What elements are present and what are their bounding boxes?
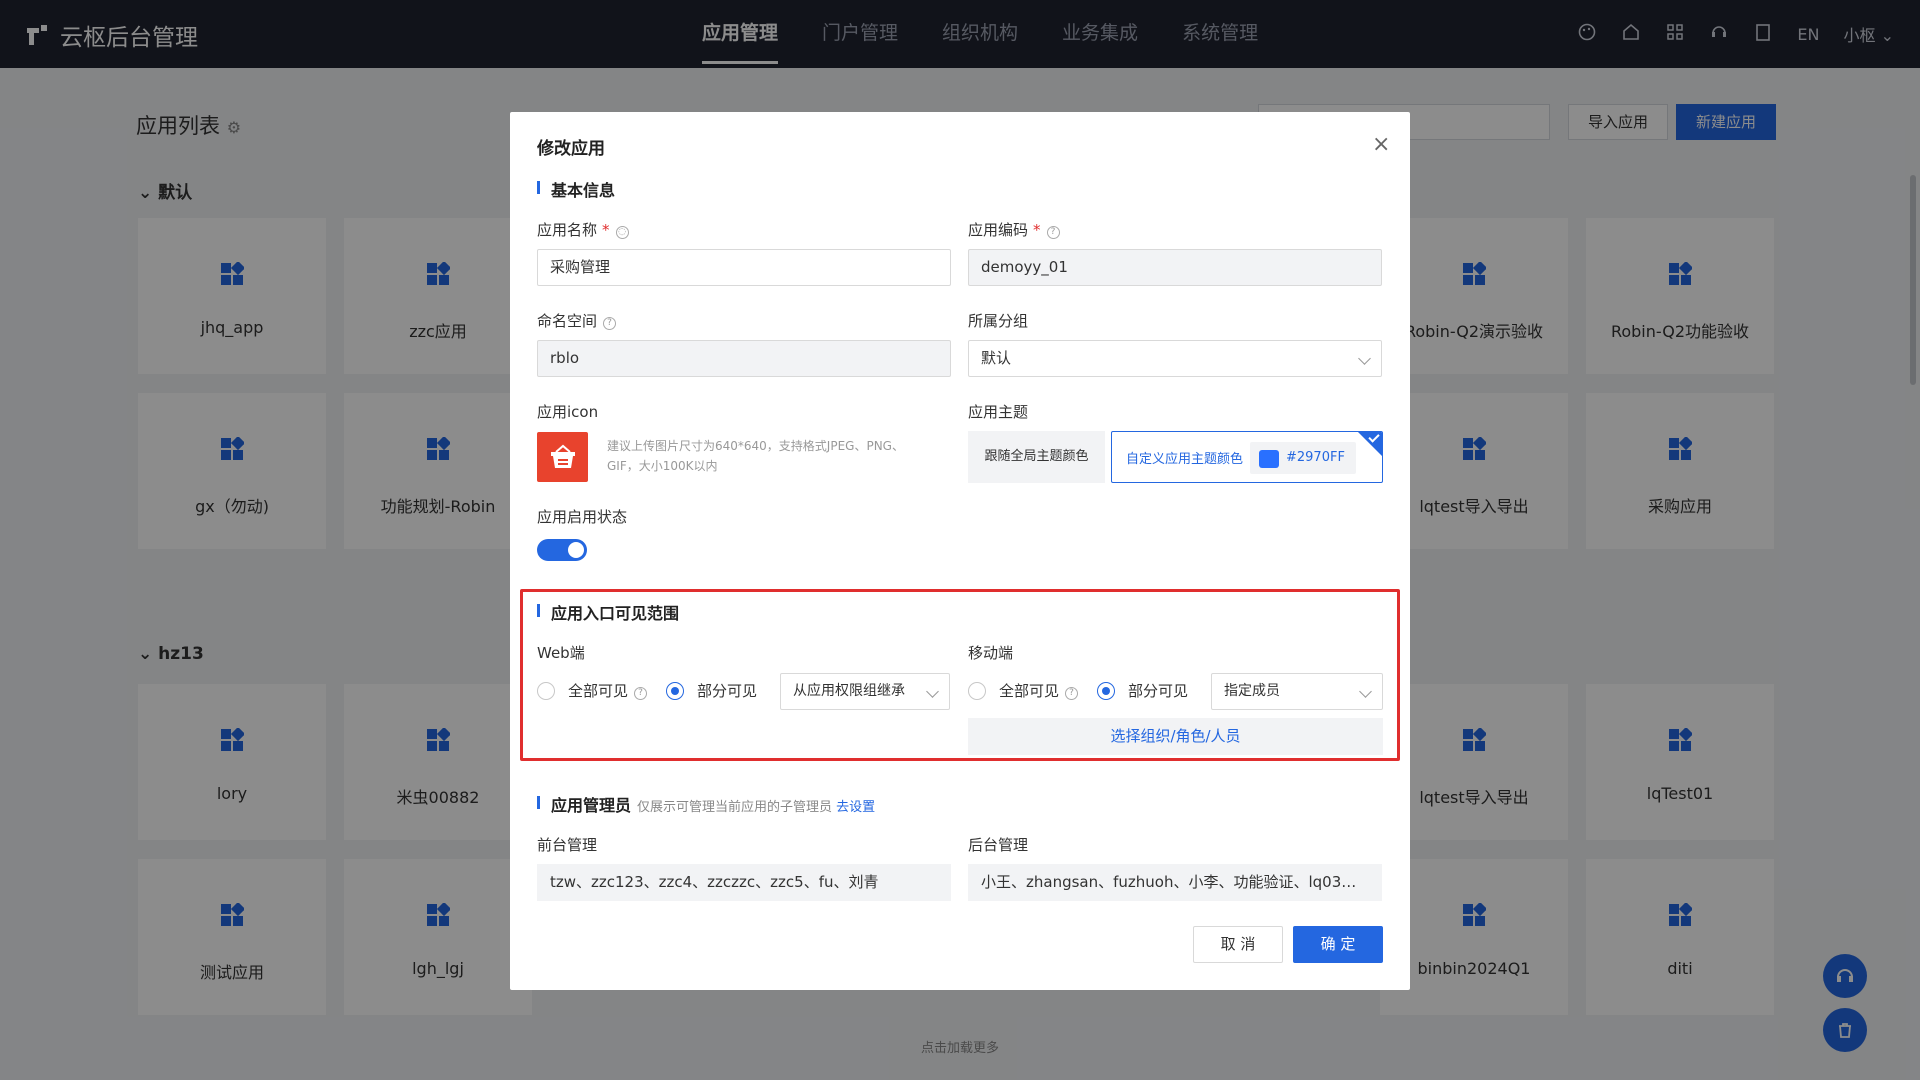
section-app-admin: 应用管理员 仅展示可管理当前应用的子管理员 去设置	[537, 792, 875, 816]
app-code-label-text: 应用编码	[968, 221, 1029, 239]
chevron-down-icon	[1359, 685, 1372, 698]
admin-title-text: 应用管理员	[551, 796, 632, 815]
help-icon: ?	[1046, 226, 1060, 239]
web-select-value: 从应用权限组继承	[793, 683, 905, 699]
select-org-role-member-button[interactable]: 选择组织/角色/人员	[968, 718, 1383, 755]
app-name-input[interactable]: 采购管理	[537, 249, 951, 286]
all-visible-text: 全部可见	[999, 682, 1060, 700]
back-admin-label: 后台管理	[968, 836, 1029, 854]
mobile-all-visible-radio[interactable]	[968, 682, 986, 700]
front-admin-label: 前台管理	[537, 836, 598, 854]
theme-follow-global-option[interactable]: 跟随全局主题颜色	[968, 431, 1105, 483]
web-visibility-select[interactable]: 从应用权限组继承	[780, 673, 950, 710]
mobile-partial-visible-radio[interactable]	[1097, 682, 1115, 700]
color-swatch	[1259, 450, 1279, 468]
icon-upload-hint: 建议上传图片尺寸为640*640，支持格式JPEG、PNG、GIF，大小100K…	[607, 439, 904, 473]
all-visible-text: 全部可见	[568, 682, 629, 700]
group-select[interactable]: 默认	[968, 340, 1382, 377]
app-theme-label: 应用主题	[968, 403, 1029, 421]
mobile-label: 移动端	[968, 644, 1014, 662]
app-status-label: 应用启用状态	[537, 508, 628, 526]
chevron-down-icon	[1358, 352, 1371, 365]
app-icon-label: 应用icon	[537, 403, 599, 421]
app-code-label: 应用编码 *?	[968, 219, 1060, 240]
app-icon-upload[interactable]	[537, 432, 588, 482]
group-select-value: 默认	[981, 349, 1012, 367]
back-admin-value: 小王、zhangsan、fuzhuoh、小李、功能验证、lq03、lq04、lq…	[968, 864, 1382, 901]
help-icon: ?	[634, 687, 648, 700]
namespace-input: rblo	[537, 340, 951, 377]
color-picker[interactable]: #2970FF	[1250, 442, 1356, 474]
mobile-all-visible-label: 全部可见?	[999, 680, 1079, 701]
chevron-down-icon	[926, 685, 939, 698]
close-icon[interactable]: ×	[1372, 134, 1390, 156]
mobile-visibility-select[interactable]: 指定成员	[1211, 673, 1383, 710]
theme-custom-label: 自定义应用主题颜色	[1126, 452, 1244, 467]
section-basic-info: 基本信息	[537, 177, 615, 201]
go-settings-link[interactable]: 去设置	[836, 800, 875, 815]
confirm-button[interactable]: 确 定	[1293, 926, 1383, 963]
edit-app-modal: 修改应用 × 基本信息 应用名称 * ◌ 采购管理 应用编码 *? demoyy_01…	[510, 112, 1410, 990]
app-name-label: 应用名称 * ◌	[537, 219, 629, 240]
modal-title: 修改应用	[537, 139, 605, 159]
web-partial-visible-label: 部分可见	[697, 682, 758, 700]
required-mark: *	[1033, 221, 1041, 239]
mobile-select-value: 指定成员	[1224, 683, 1280, 699]
app-name-label-text: 应用名称	[537, 221, 598, 239]
namespace-label-text: 命名空间	[537, 312, 598, 330]
web-partial-visible-radio[interactable]	[666, 682, 684, 700]
cancel-button[interactable]: 取 消	[1193, 926, 1283, 963]
namespace-label: 命名空间?	[537, 310, 617, 331]
basket-icon	[550, 444, 575, 468]
color-hex-value: #2970FF	[1286, 450, 1345, 465]
admin-note-text: 仅展示可管理当前应用的子管理员	[637, 800, 833, 815]
help-icon: ?	[1065, 687, 1079, 700]
web-label: Web端	[537, 644, 585, 662]
web-all-visible-label: 全部可见?	[568, 680, 648, 701]
admin-note: 仅展示可管理当前应用的子管理员 去设置	[637, 800, 875, 815]
required-mark: *	[602, 221, 610, 239]
mobile-partial-visible-label: 部分可见	[1128, 682, 1189, 700]
help-icon: ?	[603, 317, 617, 330]
group-select-label: 所属分组	[968, 312, 1029, 330]
app-code-input: demoyy_01	[968, 249, 1382, 286]
section-visibility: 应用入口可见范围	[537, 600, 679, 624]
app-status-toggle[interactable]	[537, 539, 587, 561]
globe-icon: ◌	[615, 226, 629, 239]
web-all-visible-radio[interactable]	[537, 682, 555, 700]
theme-custom-option[interactable]: 自定义应用主题颜色 #2970FF	[1111, 431, 1383, 483]
front-admin-value: tzw、zzc123、zzc4、zzczzc、zzc5、fu、刘青	[537, 864, 951, 901]
